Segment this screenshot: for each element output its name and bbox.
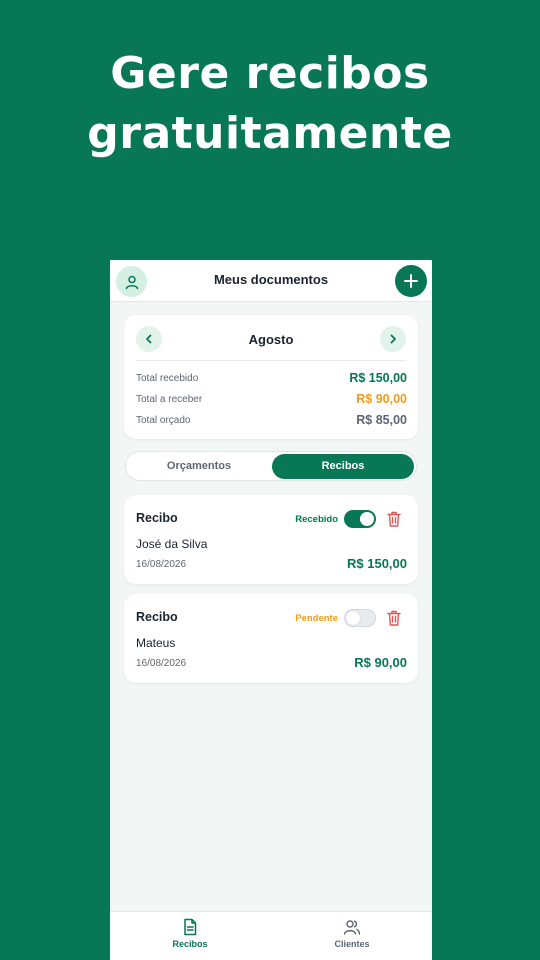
- summary-value: R$ 150,00: [349, 371, 407, 385]
- hero-title-line1: Gere recibos: [110, 48, 430, 99]
- receipt-title: Recibo: [136, 511, 178, 525]
- receipt-card[interactable]: Recibo Pendente Mateus 16/08/2026 R$ 90,…: [124, 594, 418, 683]
- trash-icon[interactable]: [386, 609, 402, 627]
- monthly-summary-card: Agosto Total recebido R$ 150,00 Total a …: [124, 315, 418, 439]
- add-document-button[interactable]: [395, 265, 427, 297]
- summary-value: R$ 90,00: [356, 392, 407, 406]
- summary-label: Total recebido: [136, 373, 199, 384]
- nav-label: Recibos: [172, 939, 208, 949]
- chevron-right-icon: [390, 334, 396, 344]
- page-title: Meus documentos: [213, 272, 329, 287]
- summary-value: R$ 85,00: [356, 413, 407, 427]
- summary-label: Total orçado: [136, 415, 191, 426]
- users-icon: [343, 920, 361, 935]
- bottom-navigation: Recibos Clientes: [110, 911, 432, 960]
- nav-item-clientes[interactable]: Clientes: [312, 918, 392, 949]
- toggle-knob: [360, 512, 374, 526]
- nav-item-recibos[interactable]: Recibos: [150, 918, 230, 949]
- hero-title-line2: gratuitamente: [87, 108, 453, 159]
- receipt-status: Pendente: [295, 613, 338, 624]
- receipt-date: 16/08/2026: [136, 658, 187, 669]
- paid-toggle[interactable]: [344, 609, 376, 627]
- month-label: Agosto: [248, 332, 294, 347]
- summary-row-quoted: Total orçado R$ 85,00: [136, 413, 407, 429]
- tab-recibos[interactable]: Recibos: [272, 454, 414, 479]
- summary-label: Total a receber: [136, 394, 203, 405]
- nav-label: Clientes: [334, 939, 370, 949]
- paid-toggle[interactable]: [344, 510, 376, 528]
- hero-title: Gere recibos gratuitamente: [0, 44, 540, 164]
- next-month-button[interactable]: [380, 326, 406, 352]
- app-header: Meus documentos: [110, 260, 432, 302]
- toggle-knob: [346, 611, 360, 625]
- tab-orcamentos[interactable]: Orçamentos: [128, 454, 270, 479]
- trash-icon[interactable]: [386, 510, 402, 528]
- receipt-date: 16/08/2026: [136, 559, 187, 570]
- summary-row-received: Total recebido R$ 150,00: [136, 371, 407, 387]
- receipt-amount: R$ 90,00: [354, 655, 407, 670]
- summary-row-to-receive: Total a receber R$ 90,00: [136, 392, 407, 408]
- receipt-card[interactable]: Recibo Recebido José da Silva 16/08/2026…: [124, 495, 418, 584]
- plus-icon: [404, 274, 418, 288]
- client-name: José da Silva: [136, 537, 208, 551]
- app-screen: Meus documentos Agosto Total recebido R$…: [110, 260, 432, 960]
- receipt-amount: R$ 150,00: [347, 556, 407, 571]
- receipt-status: Recebido: [295, 514, 338, 525]
- receipt-title: Recibo: [136, 610, 178, 624]
- client-name: Mateus: [136, 636, 176, 650]
- summary-divider: [136, 360, 406, 361]
- document-icon: [184, 918, 197, 936]
- document-type-tabs: Orçamentos Recibos: [125, 451, 417, 481]
